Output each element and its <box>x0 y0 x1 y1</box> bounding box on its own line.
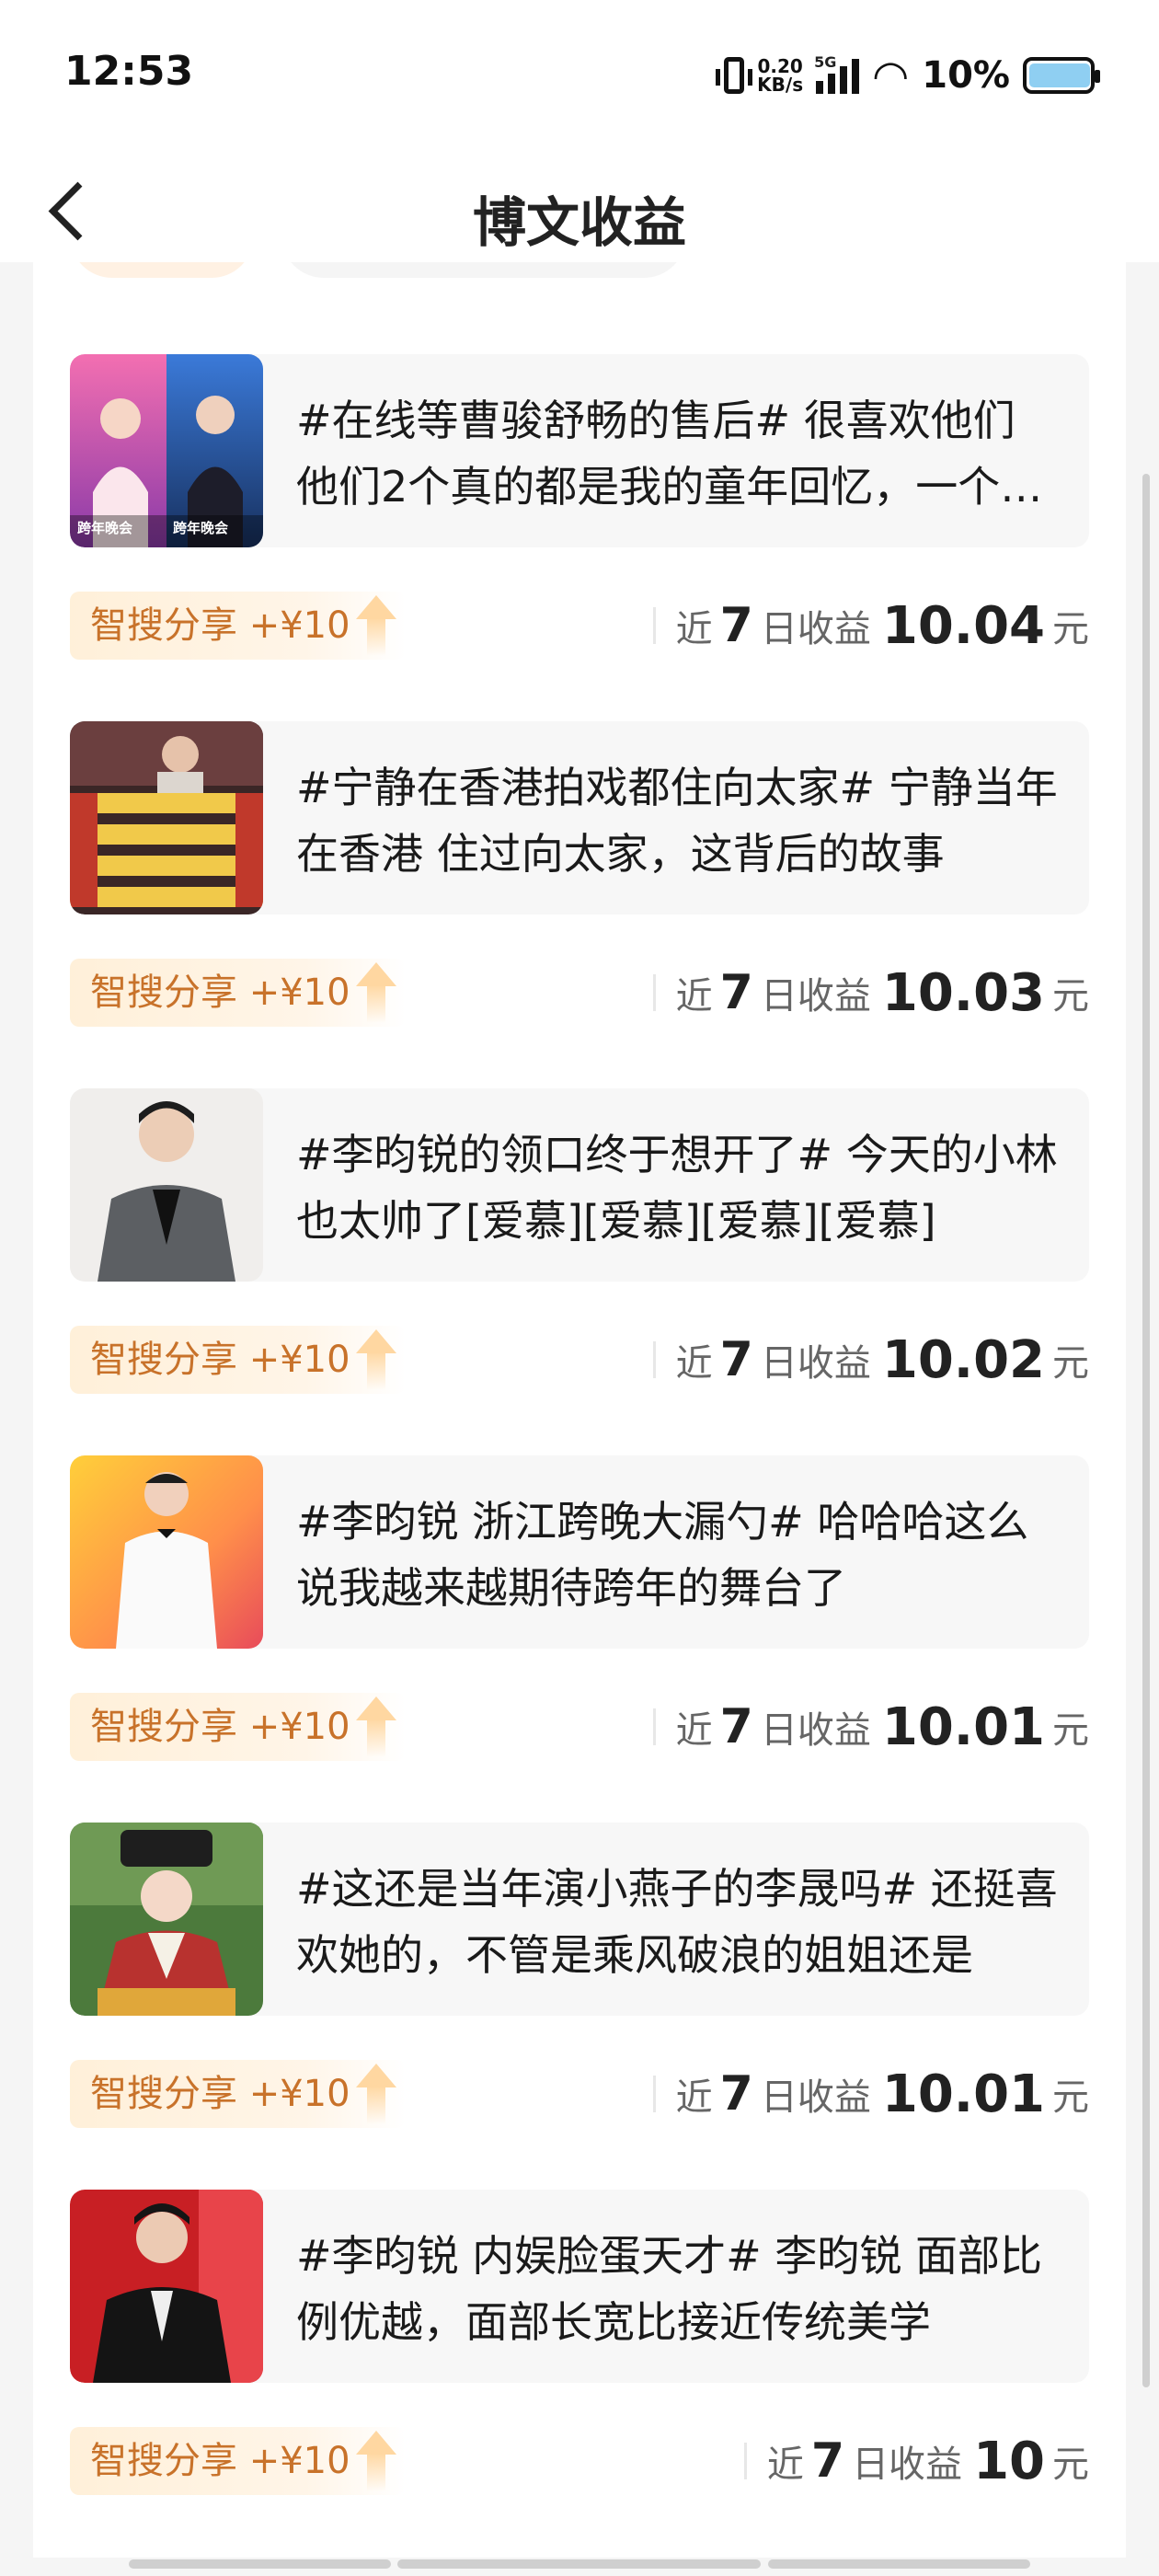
earnings-label: 日收益 <box>760 1709 871 1752</box>
post-card[interactable]: #李昀锐的领口终于想开了# 今天的小林也太帅了[爱慕][爱慕][爱慕][爱慕] <box>70 1088 1089 1282</box>
earnings-prefix: 近 <box>675 975 713 1018</box>
earnings-unit: 元 <box>1052 2444 1089 2486</box>
arrow-up-icon <box>352 959 398 1027</box>
arrow-up-icon <box>352 2427 398 2495</box>
post-stats: 智搜分享 +¥10 近 7 日收益 10.03 元 <box>70 959 1089 1027</box>
post-thumbnail <box>70 1088 263 1282</box>
status-icons: 0.20 KB/s 5G ◠ 10% <box>716 48 1100 103</box>
earnings-amount: 10.04 <box>881 595 1045 656</box>
post-stats: 智搜分享 +¥10 近 7 日收益 10.04 元 <box>70 592 1089 660</box>
post-thumbnail <box>70 2190 263 2383</box>
earnings-unit: 元 <box>1052 608 1089 650</box>
post-stats: 智搜分享 +¥10 近 7 日收益 10.02 元 <box>70 1326 1089 1394</box>
share-badge: 智搜分享 +¥10 <box>70 2060 406 2128</box>
post-card[interactable]: #这还是当年演小燕子的李晟吗# 还挺喜欢她的，不管是乘风破浪的姐姐还是 <box>70 1823 1089 2016</box>
arrow-up-icon <box>352 592 398 660</box>
earnings-unit: 元 <box>1052 2076 1089 2119</box>
post-thumbnail: 跨年晚会 跨年晚会 <box>70 354 263 547</box>
earnings-unit: 元 <box>1052 975 1089 1018</box>
post-card[interactable]: 跨年晚会 跨年晚会 #在线等曹骏舒畅的售后# 很喜欢他们 他们2个真的都是我的童… <box>70 354 1089 547</box>
scrollbar[interactable] <box>1142 474 1150 2387</box>
earnings-prefix: 近 <box>766 2444 804 2486</box>
earnings-days: 7 <box>810 2433 845 2489</box>
earnings-days: 7 <box>719 1332 753 1387</box>
post-text: #宁静在香港拍戏都住向太家# 宁静当年在香港 住过向太家，这背后的故事 <box>296 763 1058 879</box>
earnings-amount: 10.01 <box>881 2064 1045 2124</box>
post-card[interactable]: #李昀锐 浙江跨晚大漏勺# 哈哈哈这么说我越来越期待跨年的舞台了 <box>70 1455 1089 1649</box>
battery-icon <box>1023 57 1100 94</box>
header: 博文收益 <box>0 152 1159 262</box>
post-text: #李昀锐 内娱脸蛋天才# 李昀锐 面部比例优越，面部长宽比接近传统美学 <box>296 2231 1042 2347</box>
status-bar: 12:53 0.20 KB/s 5G ◠ 10% <box>0 0 1159 152</box>
share-badge-label: 智搜分享 +¥10 <box>90 1339 350 1381</box>
earnings-label: 日收益 <box>760 608 871 650</box>
thumbnail-caption-right: 跨年晚会 <box>173 520 229 536</box>
arrow-up-icon <box>352 2060 398 2128</box>
share-badge-label: 智搜分享 +¥10 <box>90 2073 350 2115</box>
share-badge-label: 智搜分享 +¥10 <box>90 604 350 647</box>
post-card[interactable]: #宁静在香港拍戏都住向太家# 宁静当年在香港 住过向太家，这背后的故事 <box>70 721 1089 914</box>
post-card[interactable]: #李昀锐 内娱脸蛋天才# 李昀锐 面部比例优越，面部长宽比接近传统美学 <box>70 2190 1089 2383</box>
earnings-amount: 10.02 <box>881 1329 1045 1390</box>
bottom-divider <box>129 2559 391 2569</box>
earnings: 近 7 日收益 10.04 元 <box>652 592 1089 660</box>
share-badge: 智搜分享 +¥10 <box>70 2427 406 2495</box>
signal-tag: 5G <box>814 53 837 71</box>
earnings-prefix: 近 <box>675 1342 713 1385</box>
post-text: #这还是当年演小燕子的李晟吗# 还挺喜欢她的，不管是乘风破浪的姐姐还是 <box>296 1864 1058 1980</box>
vibrate-icon <box>716 57 753 94</box>
post-thumbnail <box>70 1823 263 2016</box>
share-badge: 智搜分享 +¥10 <box>70 1326 406 1394</box>
bottom-divider <box>397 2559 761 2569</box>
arrow-up-icon <box>352 1693 398 1761</box>
thumbnail-caption-left: 跨年晚会 <box>77 520 133 536</box>
earnings-days: 7 <box>719 2066 753 2122</box>
battery-percent: 10% <box>922 54 1010 97</box>
earnings-label: 日收益 <box>760 975 871 1018</box>
share-badge: 智搜分享 +¥10 <box>70 1693 406 1761</box>
share-badge: 智搜分享 +¥10 <box>70 959 406 1027</box>
earnings-prefix: 近 <box>675 2076 713 2119</box>
share-badge: 智搜分享 +¥10 <box>70 592 406 660</box>
earnings-prefix: 近 <box>675 608 713 650</box>
earnings-prefix: 近 <box>675 1709 713 1752</box>
earnings-unit: 元 <box>1052 1709 1089 1752</box>
post-stats: 智搜分享 +¥10 近 7 日收益 10 元 <box>70 2427 1089 2495</box>
post-thumbnail <box>70 1455 263 1649</box>
earnings-days: 7 <box>719 1699 753 1754</box>
earnings-amount: 10.03 <box>881 962 1045 1023</box>
status-time: 12:53 <box>64 48 194 95</box>
earnings-days: 7 <box>719 965 753 1020</box>
post-text: #李昀锐 浙江跨晚大漏勺# 哈哈哈这么说我越来越期待跨年的舞台了 <box>296 1497 1029 1613</box>
earnings-unit: 元 <box>1052 1342 1089 1385</box>
wifi-icon: ◠ <box>872 51 910 100</box>
network-speed-unit: KB/s <box>757 74 804 96</box>
earnings-label: 日收益 <box>760 2076 871 2119</box>
post-text: #李昀锐的领口终于想开了# 今天的小林也太帅了[爱慕][爱慕][爱慕][爱慕] <box>296 1130 1058 1246</box>
earnings-label: 日收益 <box>760 1342 871 1385</box>
bottom-divider <box>768 2559 1030 2569</box>
page-title: 博文收益 <box>472 191 686 254</box>
share-badge-label: 智搜分享 +¥10 <box>90 972 350 1014</box>
earnings-label: 日收益 <box>852 2444 963 2486</box>
earnings: 近 7 日收益 10.02 元 <box>652 1326 1089 1394</box>
content-panel: 全部 智搜内容共创计划 跨年晚会 <box>33 239 1126 2558</box>
earnings-days: 7 <box>719 598 753 653</box>
earnings: 近 7 日收益 10.01 元 <box>652 1693 1089 1761</box>
earnings-amount: 10.01 <box>881 1696 1045 1757</box>
post-text: #在线等曹骏舒畅的售后# 很喜欢他们 他们2个真的都是我的童年回忆，一个是哪吒一… <box>296 396 1043 512</box>
arrow-up-icon <box>352 1326 398 1394</box>
network-speed: 0.20 KB/s <box>757 57 803 94</box>
post-stats: 智搜分享 +¥10 近 7 日收益 10.01 元 <box>70 1693 1089 1761</box>
earnings-amount: 10 <box>973 2431 1045 2491</box>
signal-icon: 5G <box>814 53 860 94</box>
earnings: 近 7 日收益 10.03 元 <box>652 959 1089 1027</box>
post-thumbnail <box>70 721 263 914</box>
share-badge-label: 智搜分享 +¥10 <box>90 2440 350 2482</box>
post-stats: 智搜分享 +¥10 近 7 日收益 10.01 元 <box>70 2060 1089 2128</box>
earnings: 近 7 日收益 10 元 <box>743 2427 1089 2495</box>
network-speed-value: 0.20 <box>757 55 803 77</box>
share-badge-label: 智搜分享 +¥10 <box>90 1706 350 1748</box>
earnings: 近 7 日收益 10.01 元 <box>652 2060 1089 2128</box>
